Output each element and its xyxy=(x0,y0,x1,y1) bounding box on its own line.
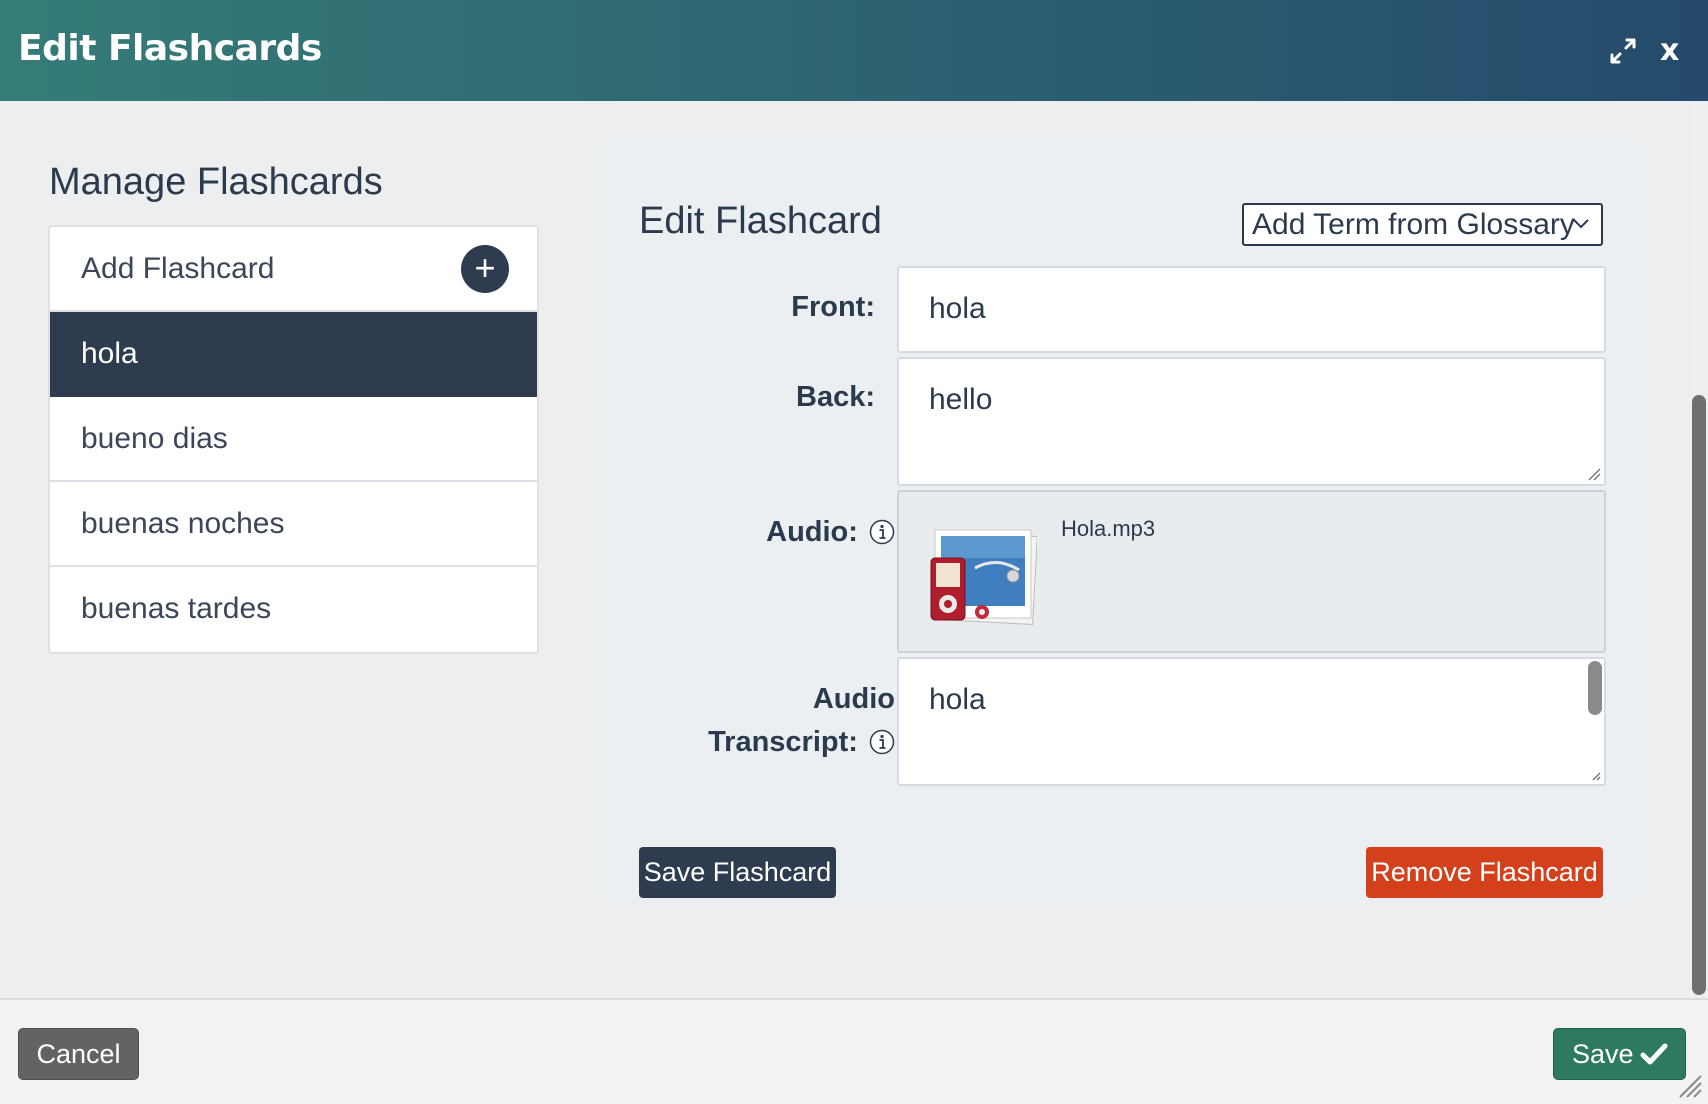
audio-transcript-label-line1: Audio xyxy=(812,683,895,715)
manage-flashcards-heading: Manage Flashcards xyxy=(49,161,383,203)
audio-label: Audio: xyxy=(766,516,858,548)
edit-flashcards-dialog: Edit Flashcards x Manage Flashcards Add … xyxy=(0,0,1708,1104)
add-term-from-glossary-select[interactable]: Add Term from Glossary xyxy=(1242,203,1603,246)
audio-dropzone[interactable]: Hola.mp3 xyxy=(897,490,1606,653)
resize-grip-icon[interactable] xyxy=(1587,467,1601,481)
front-label: Front: xyxy=(791,291,875,323)
glossary-select-label: Add Term from Glossary xyxy=(1252,208,1575,241)
save-flashcard-button[interactable]: Save Flashcard xyxy=(639,847,836,898)
audio-label-group: Audio: xyxy=(691,516,895,549)
dialog-footer: Cancel Save xyxy=(0,998,1708,1104)
list-item-buenas-noches[interactable]: buenas noches xyxy=(50,482,537,567)
remove-flashcard-button[interactable]: Remove Flashcard xyxy=(1366,847,1603,898)
add-flashcard-row[interactable]: Add Flashcard + xyxy=(50,227,537,312)
flashcard-list: Add Flashcard + hola bueno dias buenas n… xyxy=(48,225,539,654)
audio-transcript-label-line2-wrap: Transcript: xyxy=(661,721,895,764)
list-item-buenas-tardes[interactable]: buenas tardes xyxy=(50,567,537,652)
audio-transcript-label-group: Audio Transcript: xyxy=(661,678,895,764)
dialog-titlebar: Edit Flashcards x xyxy=(0,0,1708,101)
resize-grip-icon[interactable] xyxy=(1676,1072,1702,1098)
front-input[interactable]: hola xyxy=(897,266,1606,353)
audio-transcript-label-line2: Transcript: xyxy=(708,726,858,758)
checkmark-icon xyxy=(1640,1043,1668,1065)
add-flashcard-button[interactable]: + xyxy=(461,245,509,293)
cancel-button[interactable]: Cancel xyxy=(18,1028,139,1080)
add-flashcard-label: Add Flashcard xyxy=(81,252,275,285)
info-icon[interactable] xyxy=(869,519,895,545)
edit-flashcard-panel: Edit Flashcard Add Term from Glossary Fr… xyxy=(601,139,1641,903)
transcript-value: hola xyxy=(929,683,986,716)
textarea-scrollbar-thumb[interactable] xyxy=(1588,661,1602,715)
resize-grip-icon[interactable] xyxy=(1587,767,1601,781)
save-button-label: Save xyxy=(1572,1039,1634,1069)
audio-filename: Hola.mp3 xyxy=(1061,516,1156,541)
close-icon[interactable]: x xyxy=(1660,34,1688,68)
back-value: hello xyxy=(929,383,993,416)
chevron-down-icon xyxy=(1573,219,1589,229)
dialog-title: Edit Flashcards xyxy=(18,28,322,69)
expand-icon[interactable] xyxy=(1608,36,1638,66)
back-textarea[interactable]: hello xyxy=(897,357,1606,486)
back-label: Back: xyxy=(796,381,875,413)
list-item-hola[interactable]: hola xyxy=(50,312,537,397)
edit-flashcard-heading: Edit Flashcard xyxy=(639,200,882,242)
dialog-content: Manage Flashcards Add Flashcard + hola b… xyxy=(0,101,1690,998)
save-button[interactable]: Save xyxy=(1553,1028,1686,1080)
list-item-bueno-dias[interactable]: bueno dias xyxy=(50,397,537,482)
info-icon[interactable] xyxy=(869,729,895,755)
audio-transcript-textarea[interactable]: hola xyxy=(897,657,1606,786)
dialog-scrollbar-thumb[interactable] xyxy=(1692,395,1706,995)
audio-file-icon xyxy=(930,529,1037,625)
